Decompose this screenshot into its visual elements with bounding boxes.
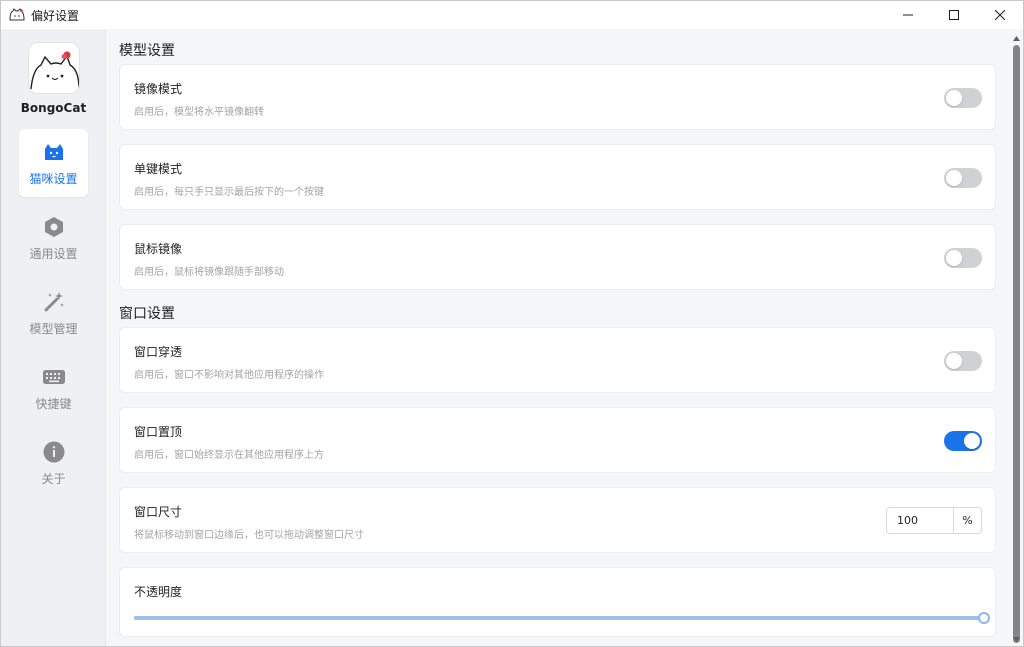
scrollbar-thumb[interactable] <box>1013 45 1020 643</box>
opacity-slider-thumb[interactable] <box>978 612 990 624</box>
toggle-knob <box>946 90 962 106</box>
setting-description: 启用后，模型将水平镜像翻转 <box>134 107 264 118</box>
sidebar: BongoCat 猫咪设置 通用设置 模型管理 快捷键 关于 <box>1 29 106 646</box>
setting-card-always-on-top: 窗口置顶 启用后，窗口始终显示在其他应用程序上方 <box>119 407 996 473</box>
maximize-button[interactable] <box>931 1 977 29</box>
close-button[interactable] <box>977 1 1023 29</box>
single-key-mode-toggle[interactable] <box>944 168 982 188</box>
preferences-window: 偏好设置 BongoCat 猫咪设置 通用设置 模型管理 快捷键 关于 模型设置… <box>0 0 1024 647</box>
setting-description: 启用后，窗口始终显示在其他应用程序上方 <box>134 450 324 461</box>
setting-card-mirror-mode: 镜像模式 启用后，模型将水平镜像翻转 <box>119 64 996 130</box>
setting-title: 单键模式 <box>134 162 183 176</box>
setting-title: 窗口尺寸 <box>134 505 183 519</box>
maximize-icon <box>949 10 959 20</box>
toggle-knob <box>946 250 962 266</box>
setting-card-opacity: 不透明度 <box>119 567 996 637</box>
opacity-slider-track[interactable] <box>134 612 990 624</box>
magic-wand-icon <box>42 290 66 314</box>
setting-title: 不透明度 <box>134 585 183 599</box>
vertical-scrollbar[interactable] <box>1010 29 1023 646</box>
opacity-slider-fill <box>134 616 984 620</box>
setting-card-window-size: 窗口尺寸 将鼠标移动到窗口边缘后，也可以拖动调整窗口尺寸 % <box>119 487 996 553</box>
info-icon <box>42 440 66 464</box>
setting-description: 将鼠标移动到窗口边缘后，也可以拖动调整窗口尺寸 <box>134 530 364 541</box>
setting-description: 启用后，每只手只显示最后按下的一个按键 <box>134 187 324 198</box>
title-bar[interactable]: 偏好设置 <box>1 1 1023 29</box>
sidebar-item-label: 模型管理 <box>29 321 78 336</box>
mirror-mode-toggle[interactable] <box>944 88 982 108</box>
app-name: BongoCat <box>20 101 87 115</box>
setting-title: 镜像模式 <box>134 82 183 96</box>
setting-title: 窗口置顶 <box>134 425 183 439</box>
setting-title: 窗口穿透 <box>134 345 183 359</box>
sidebar-item-label: 快捷键 <box>35 396 72 411</box>
setting-card-window-passthrough: 窗口穿透 启用后，窗口不影响对其他应用程序的操作 <box>119 327 996 393</box>
sidebar-item-label: 猫咪设置 <box>29 171 78 186</box>
toggle-knob <box>946 353 962 369</box>
sidebar-item-label: 通用设置 <box>29 246 78 261</box>
close-icon <box>995 10 1005 20</box>
sidebar-item-shortcuts[interactable]: 快捷键 <box>19 354 88 422</box>
sidebar-item-label: 关于 <box>41 471 66 486</box>
setting-title: 鼠标镜像 <box>134 242 183 256</box>
setting-card-single-key-mode: 单键模式 启用后，每只手只显示最后按下的一个按键 <box>119 144 996 210</box>
toggle-knob <box>946 170 962 186</box>
mouse-mirror-toggle[interactable] <box>944 248 982 268</box>
always-on-top-toggle[interactable] <box>944 431 982 451</box>
scroll-down-arrow-icon[interactable] <box>1010 632 1023 646</box>
scroll-up-arrow-icon[interactable] <box>1010 31 1023 45</box>
keyboard-icon <box>42 365 66 389</box>
window-size-unit: % <box>953 508 981 533</box>
section-title-model: 模型设置 <box>119 43 175 59</box>
sidebar-item-general-settings[interactable]: 通用设置 <box>19 204 88 272</box>
hexagon-settings-icon <box>42 215 66 239</box>
window-size-input[interactable] <box>887 508 953 533</box>
window-passthrough-toggle[interactable] <box>944 351 982 371</box>
toggle-knob <box>964 433 980 449</box>
app-logo <box>28 42 80 94</box>
settings-content[interactable]: 模型设置 镜像模式 启用后，模型将水平镜像翻转 单键模式 启用后，每只手只显示最… <box>106 29 1012 646</box>
minimize-icon <box>903 14 913 16</box>
minimize-button[interactable] <box>885 1 931 29</box>
window-controls <box>885 1 1023 29</box>
setting-description: 启用后，窗口不影响对其他应用程序的操作 <box>134 370 324 381</box>
sidebar-item-model-management[interactable]: 模型管理 <box>19 279 88 347</box>
setting-description: 启用后，鼠标将镜像跟随手部移动 <box>134 267 284 278</box>
sidebar-item-about[interactable]: 关于 <box>19 429 88 497</box>
setting-card-mouse-mirror: 鼠标镜像 启用后，鼠标将镜像跟随手部移动 <box>119 224 996 290</box>
sidebar-item-cat-settings[interactable]: 猫咪设置 <box>19 129 88 197</box>
bongocat-app-icon <box>9 7 25 23</box>
window-title: 偏好设置 <box>31 8 80 23</box>
window-size-input-group: % <box>886 507 982 534</box>
cat-icon <box>42 140 66 164</box>
section-title-window: 窗口设置 <box>119 306 175 322</box>
bongocat-logo-icon <box>30 51 79 90</box>
